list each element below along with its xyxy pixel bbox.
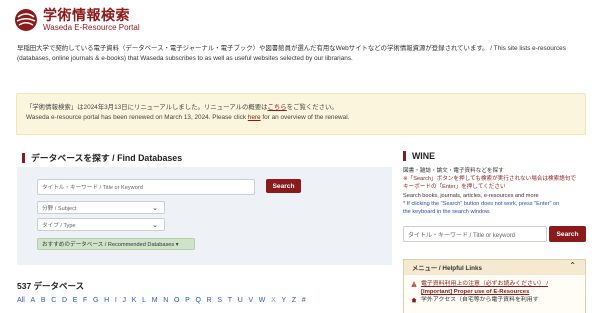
subject-select-label: 分野 / Subject: [42, 205, 77, 212]
wine-description: 図書・雑誌・論文・電子資料などを探す ※「Search」ボタンを押しても検索が実…: [403, 167, 593, 216]
notice-en-text: Waseda e-resource portal has been renewe…: [26, 114, 248, 121]
type-select[interactable]: タイプ / Type ⌄: [37, 218, 165, 231]
notice-en-link[interactable]: here: [248, 114, 261, 121]
alphabet-link-number[interactable]: #: [302, 297, 306, 304]
wine-keyword-placeholder: タイトル・キーワード / Title or keyword: [408, 232, 516, 239]
notice-jp-suffix: をご覧ください。: [286, 104, 338, 111]
logo-title: 学術情報検索: [43, 7, 130, 23]
section-marker: [403, 151, 406, 161]
wine-note-en-2: the keyboard in the search window.: [403, 209, 491, 216]
menu-item-off-campus-label: 学外アクセス（自宅等から電子資料を利用す: [421, 297, 539, 303]
database-search-button[interactable]: Search: [266, 179, 301, 193]
wine-note-jp-2: キーボードの「Enter」を押してください: [403, 184, 506, 191]
waseda-globe-icon: [15, 9, 37, 31]
section-marker: [22, 152, 25, 163]
wine-desc-en: Search books, journals, articles, e-reso…: [403, 192, 539, 199]
notice-en-suffix: for an overview of the renewal.: [260, 114, 350, 121]
chevron-down-icon: ⌄: [152, 222, 158, 229]
wine-keyword-input[interactable]: タイトル・キーワード / Title or keyword: [403, 226, 547, 242]
helpful-links-list: 電子資料利用上の注意（必ずお読みください） / [Important] Prop…: [404, 275, 585, 304]
wine-heading: WINE: [403, 151, 435, 161]
type-select-label: タイプ / Type: [42, 222, 76, 229]
menu-item-proper-use-en: [Important] Proper use of E-Resources: [421, 289, 530, 295]
helpful-links-header[interactable]: メニュー / Helpful Links ⌃: [404, 260, 585, 275]
menu-item-proper-use-jp: 電子資料利用上の注意（必ずお読みください） /: [421, 281, 548, 287]
chevron-up-icon[interactable]: ⌃: [569, 261, 576, 270]
wine-title: WINE: [412, 151, 435, 161]
menu-item-off-campus[interactable]: 学外アクセス（自宅等から電子資料を利用す: [404, 296, 585, 304]
notice-en: Waseda e-resource portal has been renewe…: [26, 113, 585, 123]
menu-item-proper-use[interactable]: 電子資料利用上の注意（必ずお読みください） / [Important] Prop…: [404, 280, 585, 296]
alphabet-filter: All A B C D E F G H I J K L M N O P Q R S T U V W X Y Z #: [17, 297, 306, 304]
helpful-links-menu: メニュー / Helpful Links ⌃ 電子資料利用上の注意（必ずお読みく…: [403, 259, 586, 313]
chevron-down-icon: ⌄: [152, 205, 158, 212]
renewal-notice: 「学術情報検索」は2024年3月13日にリニューアルしました。リニューアルの概要…: [16, 93, 586, 135]
warning-icon: [411, 281, 417, 287]
database-count: 537 データベース: [17, 281, 85, 291]
notice-jp-text: 「学術情報検索」は2024年3月13日にリニューアルしました。リニューアルの概要…: [26, 104, 268, 111]
house-icon: [411, 297, 417, 303]
site-description-line2: (databases, online journals & e-books) t…: [17, 55, 353, 62]
wine-desc-jp: 図書・雑誌・論文・電子資料などを探す: [403, 168, 504, 174]
site-description-line1: 早稲田大学で契約している電子資料（データベース・電子ジャーナル・電子ブック）や図…: [17, 45, 566, 52]
logo-subtitle: Waseda E-Resource Portal: [43, 23, 140, 32]
alphabet-link-w[interactable]: W: [259, 297, 266, 304]
wine-note-jp: ※「Search」ボタンを押しても検索が実行されない場合は検索語句で: [403, 176, 576, 183]
find-databases-title: データベースを探す / Find Databases: [31, 153, 183, 163]
database-keyword-input[interactable]: タイトル・キーワード / Title or Keyword: [37, 179, 255, 195]
database-keyword-placeholder: タイトル・キーワード / Title or Keyword: [42, 185, 143, 191]
helpful-links-title: メニュー / Helpful Links: [412, 265, 482, 272]
alphabet-link-all[interactable]: All: [17, 297, 25, 304]
recommended-databases-button[interactable]: おすすめのデータベース / Recommended Databases ▾: [37, 238, 195, 250]
find-databases-heading: データベースを探す / Find Databases: [22, 151, 182, 164]
subject-select[interactable]: 分野 / Subject ⌄: [37, 201, 165, 214]
notice-jp-link[interactable]: こちら: [268, 104, 287, 111]
notice-jp: 「学術情報検索」は2024年3月13日にリニューアルしました。リニューアルの概要…: [26, 103, 585, 113]
site-logo[interactable]: 学術情報検索 Waseda E-Resource Portal: [14, 8, 140, 32]
wine-note-en: * If clicking the "Search" button does n…: [403, 200, 560, 207]
wine-search-button[interactable]: Search: [549, 226, 586, 242]
site-description: 早稲田大学で契約している電子資料（データベース・電子ジャーナル・電子ブック）や図…: [17, 44, 597, 64]
